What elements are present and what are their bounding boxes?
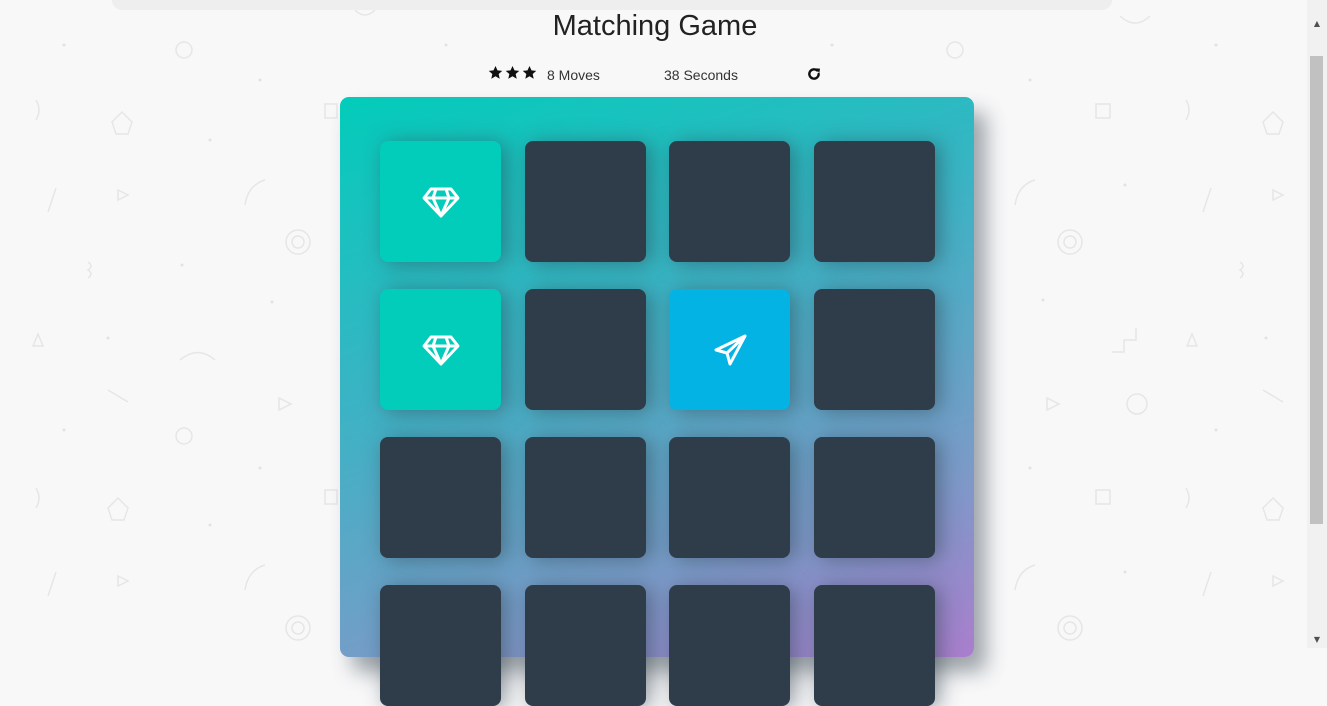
- star-icon: [522, 65, 537, 80]
- vertical-scrollbar[interactable]: ▲ ▼: [1307, 0, 1327, 648]
- card-closed[interactable]: [669, 437, 790, 558]
- card-closed[interactable]: [814, 585, 935, 706]
- card-closed[interactable]: [669, 585, 790, 706]
- score-panel: 8 Moves 38 Seconds: [488, 64, 848, 88]
- scrollbar-thumb[interactable]: [1310, 56, 1323, 524]
- timer: 38 Seconds: [664, 67, 738, 83]
- card-closed[interactable]: [669, 141, 790, 262]
- star-icon: [488, 65, 503, 80]
- card-closed[interactable]: [380, 437, 501, 558]
- card-closed[interactable]: [814, 289, 935, 410]
- scroll-down-arrow-icon[interactable]: ▼: [1307, 630, 1327, 648]
- diamond-icon: [422, 185, 460, 219]
- card-closed[interactable]: [525, 141, 646, 262]
- page-title: Matching Game: [552, 10, 758, 42]
- card-closed[interactable]: [525, 437, 646, 558]
- paper-plane-icon: [712, 332, 748, 368]
- card-closed[interactable]: [380, 585, 501, 706]
- card-match[interactable]: [380, 141, 501, 262]
- card-open[interactable]: [669, 289, 790, 410]
- star-icon: [505, 65, 520, 80]
- moves-counter: 8 Moves: [547, 67, 600, 83]
- card-match[interactable]: [380, 289, 501, 410]
- card-closed[interactable]: [814, 437, 935, 558]
- card-closed[interactable]: [814, 141, 935, 262]
- restart-button[interactable]: [806, 66, 824, 84]
- card-deck: [340, 97, 974, 706]
- star-rating: [488, 65, 537, 80]
- card-closed[interactable]: [525, 289, 646, 410]
- diamond-icon: [422, 333, 460, 367]
- card-closed[interactable]: [525, 585, 646, 706]
- scroll-up-arrow-icon[interactable]: ▲: [1307, 14, 1327, 32]
- repeat-icon: [808, 68, 820, 80]
